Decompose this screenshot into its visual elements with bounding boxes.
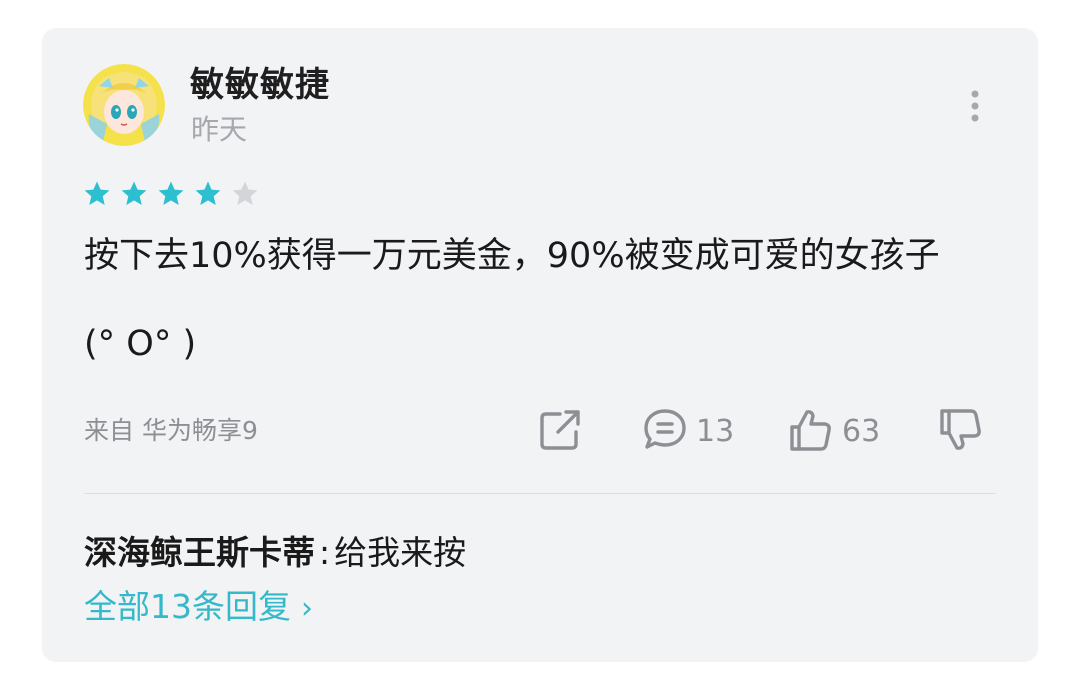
star-filled-icon: [194, 180, 222, 207]
more-options-icon[interactable]: [960, 88, 990, 124]
star-empty-icon: [231, 180, 259, 207]
comment-text: 按下去10%获得一万元美金，90%被变成可爱的女孩子: [84, 236, 940, 276]
thumbs-up-icon: [786, 405, 836, 459]
share-button[interactable]: [536, 404, 584, 460]
chevron-right-icon: ›: [301, 591, 313, 626]
post-time: 昨天: [191, 113, 248, 146]
reply-separator: :: [319, 533, 331, 572]
reply-text: 给我来按: [334, 533, 467, 572]
star-filled-icon: [157, 180, 185, 207]
username[interactable]: 敏敏敏捷: [190, 64, 330, 106]
comment-icon: [640, 405, 690, 459]
share-icon: [536, 406, 584, 458]
comment-button[interactable]: 13: [640, 404, 734, 460]
divider: [84, 493, 996, 494]
star-rating: [83, 180, 259, 207]
star-filled-icon: [83, 180, 111, 207]
like-count: 63: [842, 414, 881, 449]
reply-preview[interactable]: 深海鲸王斯卡蒂: 给我来按: [84, 530, 466, 576]
dislike-button[interactable]: [936, 404, 986, 460]
thumbs-down-icon: [936, 405, 986, 459]
star-filled-icon: [120, 180, 148, 207]
user-avatar[interactable]: [83, 64, 165, 146]
reply-author[interactable]: 深海鲸王斯卡蒂: [84, 533, 315, 572]
comment-emoticon: (° O° ): [84, 324, 197, 364]
comment-count: 13: [696, 414, 735, 449]
all-replies-label: 全部13条回复: [84, 587, 291, 626]
device-source: 来自 华为畅享9: [84, 416, 258, 445]
view-all-replies-link[interactable]: 全部13条回复 ›: [84, 584, 313, 632]
like-button[interactable]: 63: [786, 404, 880, 460]
